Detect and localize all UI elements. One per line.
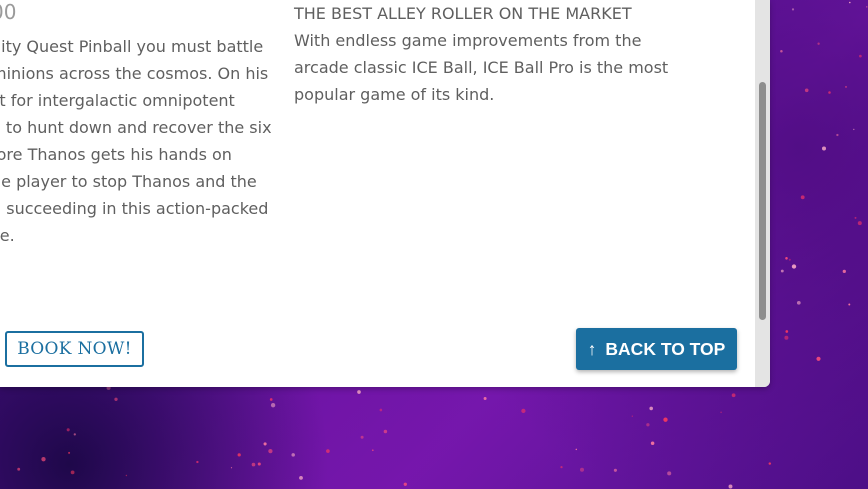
sparkle-dot	[859, 54, 862, 58]
sparkle-dot	[41, 457, 46, 462]
sparkle-dot	[360, 435, 364, 439]
sparkle-dot	[780, 50, 783, 53]
sparkle-dot	[804, 88, 809, 93]
sparkle-dot	[836, 133, 839, 137]
sparkle-dot	[646, 423, 650, 427]
sparkle-dot	[780, 269, 784, 273]
sparkle-dot	[125, 474, 128, 477]
product-description-right: With endless game improvements from the …	[294, 27, 694, 108]
sparkle-dot	[230, 467, 233, 469]
sparkle-dot	[383, 429, 388, 434]
product-description-left: nity Quest Pinball you must battle minio…	[0, 33, 281, 249]
sparkle-dot	[791, 8, 795, 11]
sparkle-dot	[728, 484, 733, 489]
description-line: arcade classic ICE Ball, ICE Ball Pro is…	[294, 58, 669, 77]
sparkle-dot	[251, 462, 256, 467]
sparkle-dot	[483, 397, 487, 400]
book-now-button[interactable]: BOOK NOW!	[5, 331, 144, 367]
sparkle-dot	[817, 42, 820, 45]
sparkle-dot	[854, 216, 857, 219]
description-line: nity Quest Pinball you must battle	[0, 37, 264, 56]
sparkle-dot	[237, 453, 241, 457]
sparkle-dot	[649, 406, 653, 411]
sparkle-dot	[114, 397, 118, 401]
sparkle-dot	[816, 356, 821, 361]
scrollbar-track[interactable]	[755, 0, 770, 387]
sparkle-dot	[788, 258, 791, 261]
sparkle-dot	[631, 415, 633, 417]
description-line: minions across the cosmos. On his	[0, 64, 269, 83]
back-to-top-button[interactable]: ↑ BACK TO TOP	[576, 328, 737, 370]
sparkle-dot	[800, 195, 805, 200]
sparkle-dot	[785, 330, 789, 333]
sparkle-dot	[326, 449, 330, 453]
product-price: 00	[0, 0, 17, 24]
sparkle-dot	[196, 460, 199, 464]
sparkle-dot	[821, 146, 827, 151]
back-to-top-label: BACK TO TOP	[605, 339, 726, 359]
sparkle-dot	[650, 441, 655, 445]
sparkle-dot	[379, 408, 383, 412]
sparkle-dot	[291, 453, 295, 457]
sparkle-dot	[357, 390, 361, 394]
sparkle-dot	[560, 465, 563, 469]
sparkle-dot	[848, 303, 851, 306]
scrollbar-thumb[interactable]	[759, 82, 766, 320]
sparkle-dot	[731, 393, 736, 398]
content-panel: 00 nity Quest Pinball you must battle mi…	[0, 0, 770, 387]
product-heading: THE BEST ALLEY ROLLER ON THE MARKET	[294, 4, 632, 23]
description-line: he player to stop Thanos and the	[0, 172, 257, 191]
sparkle-dot	[796, 300, 801, 305]
sparkle-dot	[791, 264, 797, 269]
sparkle-dot	[268, 448, 273, 454]
description-line: ce.	[0, 226, 15, 245]
description-line: e to hunt down and recover the six	[0, 118, 272, 137]
sparkle-dot	[270, 403, 276, 408]
sparkle-dot	[263, 442, 267, 446]
sparkle-dot	[866, 6, 868, 8]
sparkle-dot	[857, 221, 862, 226]
sparkle-dot	[828, 91, 831, 94]
arrow-up-icon: ↑	[587, 339, 597, 359]
description-line: popular game of its kind.	[294, 85, 495, 104]
sparkle-dot	[785, 257, 788, 260]
sparkle-dot	[299, 476, 303, 480]
sparkle-dot	[667, 471, 672, 476]
description-line: n succeeding in this action-packed	[0, 199, 269, 218]
sparkle-dot	[580, 467, 584, 472]
sparkle-dot	[371, 449, 374, 452]
description-line: fore Thanos gets his hands on	[0, 145, 232, 164]
sparkle-dot	[403, 482, 407, 486]
sparkle-dot	[849, 1, 851, 4]
sparkle-dot	[784, 335, 789, 340]
description-line: st for intergalactic omnipotent	[0, 91, 235, 110]
sparkle-dot	[768, 462, 772, 465]
sparkle-dot	[66, 428, 70, 432]
sparkle-dot	[68, 451, 71, 454]
sparkle-dot	[17, 467, 21, 471]
sparkle-dot	[853, 128, 855, 131]
sparkle-dot	[521, 408, 526, 414]
sparkle-dot	[269, 398, 273, 401]
product-column-right: THE BEST ALLEY ROLLER ON THE MARKET With…	[294, 0, 694, 108]
sparkle-dot	[663, 417, 668, 422]
sparkle-dot	[720, 411, 722, 414]
sparkle-dot	[613, 468, 617, 472]
sparkle-dot	[845, 86, 847, 88]
sparkle-dot	[257, 462, 261, 466]
sparkle-dot	[70, 470, 75, 475]
sparkle-dot	[842, 269, 846, 274]
description-line: With endless game improvements from the	[294, 31, 642, 50]
sparkle-dot	[73, 433, 76, 436]
sparkle-dot	[575, 448, 578, 451]
